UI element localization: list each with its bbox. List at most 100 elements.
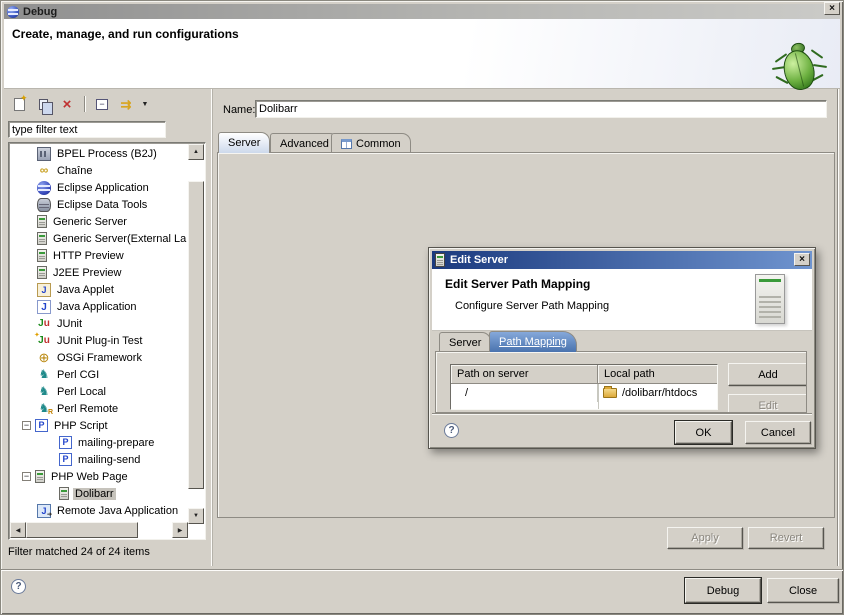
column-header-path-on-server[interactable]: Path on server xyxy=(451,365,598,384)
filter-menu-arrow-icon[interactable]: ▼ xyxy=(140,94,150,114)
window-close-button[interactable]: × xyxy=(824,2,840,15)
tree-item-cha-ne[interactable]: ∞ Chaîne xyxy=(10,162,188,179)
scroll-up-arrow-icon[interactable]: ▲ xyxy=(188,144,204,160)
collapse-all-icon[interactable]: − xyxy=(92,94,112,114)
tree-item-mailing-prepare[interactable]: Pmailing-prepare xyxy=(10,434,188,451)
php-web-icon xyxy=(59,487,69,500)
tree-item-http-preview[interactable]: HTTP Preview xyxy=(10,247,188,264)
delete-config-icon[interactable]: × xyxy=(57,94,77,114)
tab-advanced[interactable]: Advanced xyxy=(270,133,339,153)
tree-vertical-scrollbar[interactable]: ▲ ▼ xyxy=(188,144,204,524)
dialog-tab-server[interactable]: Server xyxy=(439,332,491,352)
tree-item-dolibarr[interactable]: Dolibarr xyxy=(10,485,188,502)
dialog-footer: ? OK Cancel xyxy=(432,413,812,445)
tree-item-eclipse-application[interactable]: Eclipse Application xyxy=(10,179,188,196)
tree-item-perl-remote[interactable]: ♞Perl Remote xyxy=(10,400,188,417)
chain-icon: ∞ xyxy=(37,164,51,178)
path-mapping-tab-content: Path on serverLocal path //dolibarr/htdo… xyxy=(435,351,807,413)
window-titlebar[interactable]: Debug xyxy=(4,4,840,19)
scroll-down-arrow-icon[interactable]: ▼ xyxy=(188,508,204,524)
tree-item-java-applet[interactable]: JJava Applet xyxy=(10,281,188,298)
tree-item-label: BPEL Process (B2J) xyxy=(55,148,159,160)
tree-item-label: mailing-send xyxy=(76,454,142,466)
panel-sash[interactable] xyxy=(211,89,213,566)
server-icon xyxy=(37,215,47,228)
tree-item-generic-server[interactable]: Generic Server xyxy=(10,213,188,230)
bpel-process-icon xyxy=(37,147,51,161)
dialog-tab-path-mapping[interactable]: Path Mapping xyxy=(489,331,577,352)
dialog-header: Edit Server Path Mapping Configure Serve… xyxy=(432,269,812,331)
page-title: Create, manage, and run configurations xyxy=(12,27,239,41)
tree-item-label: JUnit xyxy=(55,318,84,330)
dialog-heading: Edit Server Path Mapping xyxy=(445,277,590,291)
type-filter-input[interactable] xyxy=(8,121,166,138)
ok-button[interactable]: OK xyxy=(675,421,732,444)
tree-item-eclipse-data-tools[interactable]: Eclipse Data Tools xyxy=(10,196,188,213)
tree-item-java-application[interactable]: JJava Application xyxy=(10,298,188,315)
collapse-toggle-icon[interactable]: − xyxy=(22,421,31,430)
tree-item-label: Chaîne xyxy=(55,165,94,177)
filter-icon[interactable]: ⇉ xyxy=(116,94,136,114)
tree-item-label: Java Application xyxy=(55,301,139,313)
footer-separator xyxy=(1,569,844,571)
server-icon xyxy=(435,253,445,267)
help-icon[interactable]: ? xyxy=(444,423,459,438)
tree-item-php-script[interactable]: −P PHP Script xyxy=(10,417,188,434)
scroll-right-arrow-icon[interactable]: ▶ xyxy=(172,522,188,538)
column-header-local-path[interactable]: Local path xyxy=(598,365,717,384)
collapse-toggle-icon[interactable]: − xyxy=(22,472,31,481)
eclipse-app-icon xyxy=(7,6,19,18)
debug-button[interactable]: Debug xyxy=(685,578,761,603)
tree-item-php-web-page[interactable]: −PHP Web Page xyxy=(10,468,188,485)
tree-item-label: Eclipse Data Tools xyxy=(55,199,149,211)
add-mapping-button[interactable]: Add xyxy=(728,363,807,386)
apply-button: Apply xyxy=(667,527,743,549)
table-row[interactable]: //dolibarr/htdocs xyxy=(451,384,717,402)
tree-horizontal-scrollbar[interactable]: ◀ ▶ xyxy=(10,522,188,538)
tree-item-junit-plug-in-test[interactable]: JuJUnit Plug-in Test xyxy=(10,332,188,349)
server-icon xyxy=(37,232,47,245)
tree-item-remote-java-application[interactable]: JRemote Java Application xyxy=(10,502,188,519)
table-rows: //dolibarr/htdocs xyxy=(451,384,717,402)
tree-item-perl-local[interactable]: ♞Perl Local xyxy=(10,383,188,400)
php-icon: P xyxy=(35,419,48,432)
tree-item-label: Perl Remote xyxy=(55,403,120,415)
scrollbar-thumb[interactable] xyxy=(26,522,138,538)
tree-item-label: Remote Java Application xyxy=(55,505,180,517)
tree-item-generic-server-external-la[interactable]: Generic Server(External La xyxy=(10,230,188,247)
new-config-icon[interactable] xyxy=(9,94,29,114)
tab-server[interactable]: Server xyxy=(218,132,270,153)
tree-item-label: Perl Local xyxy=(55,386,108,398)
tree-item-bpel-process-b2j[interactable]: BPEL Process (B2J) xyxy=(10,145,188,162)
tree-item-j2ee-preview[interactable]: J2EE Preview xyxy=(10,264,188,281)
applet-icon: J xyxy=(37,283,51,297)
dialog-titlebar[interactable]: Edit Server xyxy=(432,251,812,269)
tree-item-label: J2EE Preview xyxy=(51,267,123,279)
help-icon[interactable]: ? xyxy=(11,579,26,594)
close-button[interactable]: Close xyxy=(767,578,839,603)
dialog-close-button[interactable]: × xyxy=(794,253,810,266)
scroll-left-arrow-icon[interactable]: ◀ xyxy=(10,522,26,538)
eclipse-app-icon xyxy=(37,181,51,195)
duplicate-config-icon[interactable] xyxy=(33,94,53,114)
tree-item-label: PHP Script xyxy=(52,420,110,432)
cancel-button[interactable]: Cancel xyxy=(745,421,811,444)
server-tower-image xyxy=(755,274,785,324)
filter-status-text: Filter matched 24 of 24 items xyxy=(8,546,150,558)
database-icon xyxy=(37,198,51,212)
server-icon xyxy=(37,249,47,262)
tree-item-osgi-framework[interactable]: ⊕OSGi Framework xyxy=(10,349,188,366)
config-name-input[interactable] xyxy=(255,100,827,118)
tree-item-label: OSGi Framework xyxy=(55,352,144,364)
tree-item-label: mailing-prepare xyxy=(76,437,156,449)
edit-server-dialog: Edit Server × Edit Server Path Mapping C… xyxy=(428,247,816,449)
tree-item-perl-cgi[interactable]: ♞Perl CGI xyxy=(10,366,188,383)
path-mapping-table: Path on serverLocal path //dolibarr/htdo… xyxy=(450,364,718,410)
scrollbar-thumb[interactable] xyxy=(188,181,204,489)
tree-item-mailing-send[interactable]: Pmailing-send xyxy=(10,451,188,468)
config-tree-items: BPEL Process (B2J) ∞ Chaîne Eclipse Applica… xyxy=(10,145,188,522)
tree-item-label: JUnit Plug-in Test xyxy=(55,335,144,347)
table-header-row: Path on serverLocal path xyxy=(451,365,717,384)
tab-common[interactable]: Common xyxy=(331,133,411,153)
tree-item-label: Generic Server(External La xyxy=(51,233,188,245)
